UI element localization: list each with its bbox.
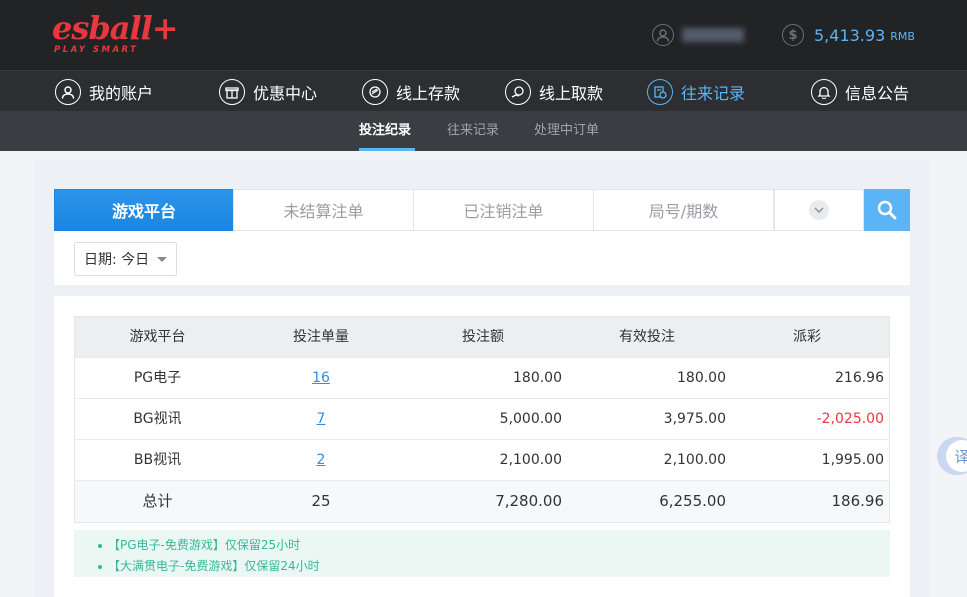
- header-bet-count: 投注单量: [293, 329, 349, 345]
- header-valid-bet: 有效投注: [619, 329, 675, 345]
- nav-label: 往来记录: [681, 83, 746, 103]
- bet-count-cell: 7: [240, 399, 402, 439]
- balance-display: $ 5,413.93 RMB: [782, 22, 915, 48]
- payout-cell: -2,025.00: [816, 411, 884, 427]
- nav-label: 线上取款: [539, 83, 604, 103]
- bet-count-link[interactable]: 2: [317, 452, 326, 468]
- tab-game-platform[interactable]: 游戏平台: [54, 189, 234, 231]
- table-row: PG电子 16 180.00 180.00 216.96: [75, 358, 889, 399]
- bet-count-link[interactable]: 7: [317, 411, 326, 427]
- table-total-row: 总计 25 7,280.00 6,255.00 186.96: [75, 481, 889, 522]
- tab-round-number[interactable]: 局号/期数: [593, 189, 774, 231]
- platform-cell: BB视讯: [133, 452, 182, 468]
- bet-summary-table: 游戏平台 投注单量 投注额 有效投注 派彩 PG电子 16 180.00 180…: [74, 316, 890, 523]
- subnav-pending-orders[interactable]: 处理中订单: [534, 111, 599, 151]
- brand-logo[interactable]: esball+ PLAY SMART: [52, 9, 179, 58]
- bet-amount-cell: 180.00: [513, 370, 562, 386]
- notice-item: 【大满贯电子-免费游戏】仅保留24小时: [98, 556, 890, 577]
- top-header: esball+ PLAY SMART $ 5,413.93 RMB: [0, 0, 967, 70]
- bet-count-cell: 2: [240, 440, 402, 480]
- chevron-down-icon: [809, 200, 829, 220]
- table-header-row: 游戏平台 投注单量 投注额 有效投注 派彩: [75, 317, 889, 358]
- nav-label: 优惠中心: [253, 83, 318, 103]
- table-row: BG视讯 7 5,000.00 3,975.00 -2,025.00: [75, 399, 889, 440]
- caret-down-icon: [157, 256, 168, 262]
- total-payout: 186.96: [831, 492, 885, 510]
- notice-box: 【PG电子-免费游戏】仅保留25小时 【大满贯电子-免费游戏】仅保留24小时: [74, 530, 890, 577]
- nav-item-announcements[interactable]: 信息公告: [811, 71, 909, 112]
- search-icon: [877, 200, 897, 220]
- search-button[interactable]: [864, 189, 910, 231]
- bet-amount-cell: 5,000.00: [499, 411, 562, 427]
- total-valid: 6,255.00: [659, 492, 726, 510]
- date-filter-select[interactable]: 日期: 今日: [74, 242, 177, 276]
- total-label: 总计: [142, 492, 173, 510]
- nav-label: 我的账户: [89, 83, 154, 103]
- payout-cell: 1,995.00: [821, 452, 884, 468]
- main-nav: 我的账户 优惠中心 线上存款 线上取款 往来记录 信息公告: [0, 70, 967, 111]
- header-platform: 游戏平台: [129, 329, 186, 345]
- records-icon: [647, 78, 673, 105]
- nav-label: 信息公告: [845, 83, 910, 103]
- total-count: 25: [311, 492, 331, 510]
- nav-item-my-account[interactable]: 我的账户: [55, 71, 153, 112]
- bell-icon: [811, 78, 837, 105]
- logo-tagline: PLAY SMART: [54, 45, 139, 55]
- dollar-icon: $: [782, 24, 804, 46]
- tab-unsettled[interactable]: 未结算注单: [233, 189, 414, 231]
- valid-bet-cell: 180.00: [677, 370, 726, 386]
- table-row: BB视讯 2 2,100.00 2,100.00 1,995.00: [75, 440, 889, 481]
- total-amount: 7,280.00: [495, 492, 562, 510]
- header-bet-amount: 投注额: [462, 329, 504, 345]
- payout-cell: 216.96: [835, 370, 884, 386]
- header-payout: 派彩: [793, 329, 821, 345]
- nav-item-deposit[interactable]: 线上存款: [362, 71, 460, 112]
- notice-item: 【PG电子-免费游戏】仅保留25小时: [98, 535, 890, 556]
- withdraw-icon: [505, 78, 531, 105]
- more-tabs-dropdown[interactable]: [774, 189, 864, 231]
- subnav-transactions[interactable]: 往来记录: [447, 111, 499, 151]
- valid-bet-cell: 2,100.00: [663, 452, 726, 468]
- user-icon: [652, 24, 674, 46]
- user-icon: [55, 78, 81, 105]
- platform-cell: BG视讯: [133, 411, 182, 427]
- nav-item-records[interactable]: 往来记录: [647, 71, 745, 112]
- deposit-icon: [362, 78, 388, 105]
- nav-item-promotions[interactable]: 优惠中心: [219, 71, 317, 112]
- logo-text: esball+: [52, 9, 179, 47]
- balance-currency: RMB: [890, 30, 915, 43]
- nav-item-withdraw[interactable]: 线上取款: [505, 71, 603, 112]
- balance-value: 5,413.93: [814, 25, 886, 45]
- subnav-bet-records[interactable]: 投注纪录: [359, 111, 411, 151]
- tab-cancelled[interactable]: 已注销注单: [413, 189, 594, 231]
- sub-nav: 投注纪录 往来记录 处理中订单: [0, 111, 967, 151]
- valid-bet-cell: 3,975.00: [663, 411, 726, 427]
- active-tab-indicator: [359, 148, 415, 151]
- masked-username: [682, 28, 744, 42]
- user-info[interactable]: [652, 22, 744, 48]
- bet-count-cell: 16: [240, 358, 402, 398]
- date-filter-label: 日期: 今日: [84, 252, 150, 268]
- bet-amount-cell: 2,100.00: [499, 452, 562, 468]
- bet-count-link[interactable]: 16: [312, 370, 330, 386]
- gift-icon: [219, 78, 245, 105]
- nav-label: 线上存款: [396, 83, 461, 103]
- platform-cell: PG电子: [133, 370, 182, 386]
